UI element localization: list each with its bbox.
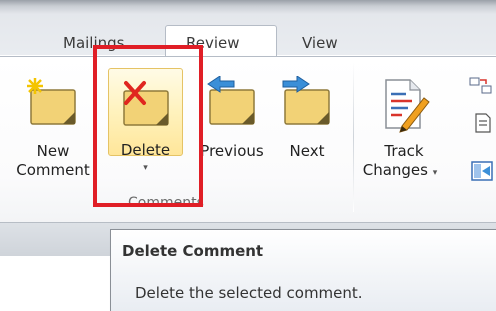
balloons-icon[interactable] bbox=[466, 76, 496, 103]
track-changes-button[interactable]: Track Changes ▾ bbox=[360, 68, 448, 190]
tooltip-title: Delete Comment bbox=[122, 242, 264, 260]
show-markup-icon[interactable] bbox=[470, 112, 496, 139]
new-comment-label-line2: Comment bbox=[16, 161, 90, 179]
next-comment-button[interactable]: Next bbox=[274, 68, 340, 190]
new-comment-icon bbox=[25, 76, 81, 137]
track-changes-label-text: Changes bbox=[362, 161, 428, 179]
next-comment-icon bbox=[279, 75, 335, 137]
ribbon-tab-bar: Mailings Review View bbox=[0, 0, 496, 57]
tooltip: Delete Comment Delete the selected comme… bbox=[110, 229, 496, 311]
tab-view[interactable]: View bbox=[302, 34, 338, 52]
next-label: Next bbox=[289, 142, 325, 160]
reviewing-pane-icon[interactable] bbox=[468, 160, 496, 187]
track-changes-icon bbox=[376, 76, 432, 141]
previous-comment-icon bbox=[204, 75, 260, 137]
tooltip-body: Delete the selected comment. bbox=[135, 284, 363, 302]
word-ribbon-screenshot: Mailings Review View New Comment Delete … bbox=[0, 0, 496, 311]
chevron-down-icon: ▾ bbox=[432, 168, 438, 178]
track-changes-label-line1: Track bbox=[384, 142, 424, 160]
track-changes-label-line2: Changes ▾ bbox=[356, 161, 444, 182]
new-comment-button[interactable]: New Comment bbox=[12, 68, 94, 190]
new-comment-label-line1: New bbox=[36, 142, 70, 160]
group-divider bbox=[353, 62, 354, 212]
highlight-annotation-box bbox=[93, 45, 203, 207]
